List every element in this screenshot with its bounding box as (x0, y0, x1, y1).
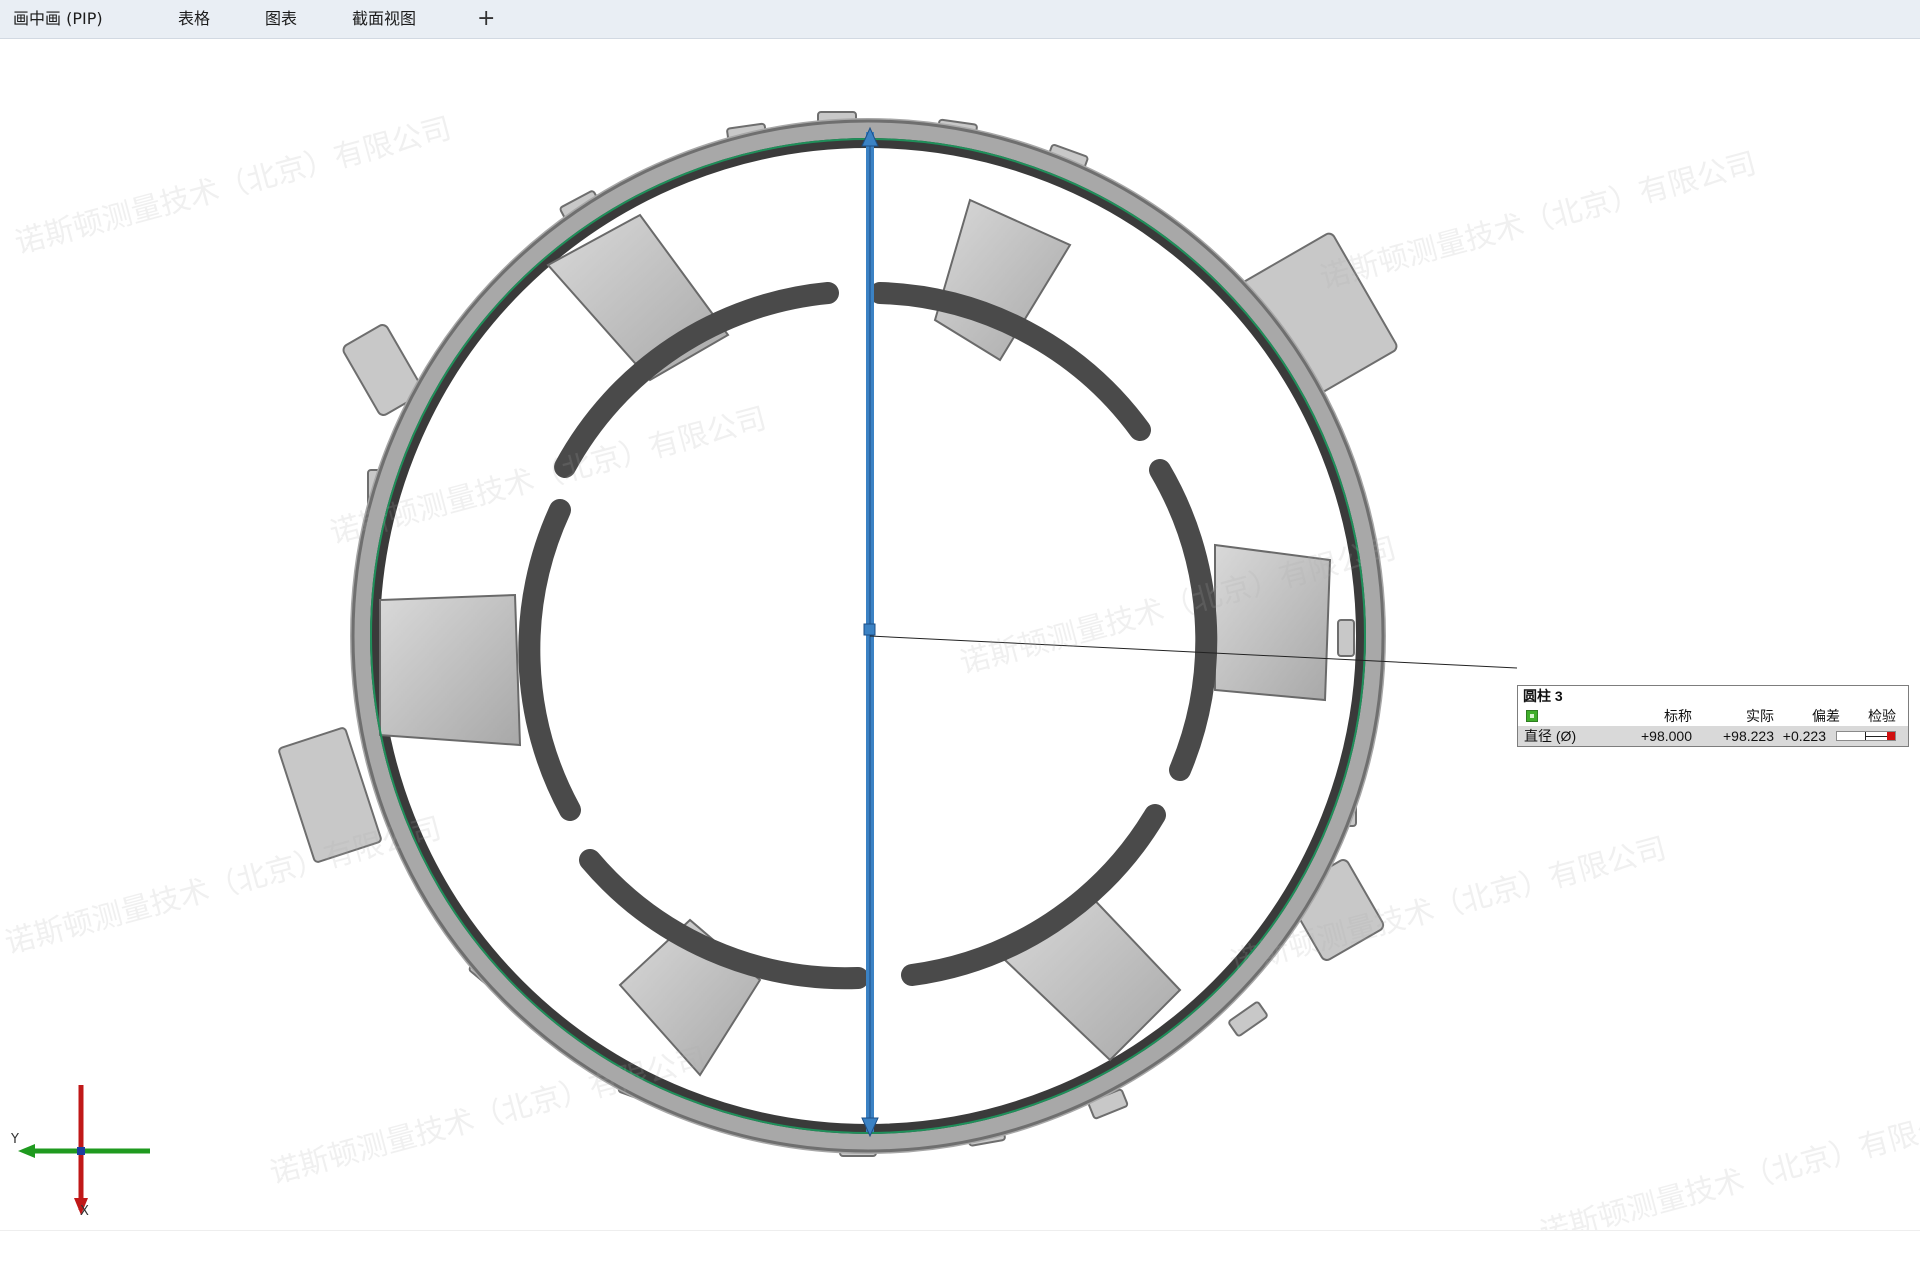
label-value-row: 直径 (Ø) +98.000 +98.223 +0.223 (1518, 726, 1908, 746)
out-of-tolerance-flag-icon (1887, 732, 1895, 740)
nominal-value: +98.000 (1641, 728, 1692, 744)
tab-bar: 画中画 (PIP) 表格 图表 截面视图 + (0, 0, 1920, 39)
row-name: 直径 (Ø) (1524, 728, 1577, 744)
measurement-label[interactable]: 圆柱 3 标称 实际 偏差 检验 直径 (Ø) +98.000 +98.223 … (1517, 685, 1909, 747)
axis-triad (18, 1085, 150, 1215)
header-deviation: 偏差 (1812, 708, 1840, 724)
deviation-value: +0.223 (1782, 728, 1826, 744)
tab-pip[interactable]: 画中画 (PIP) (13, 0, 103, 38)
x-axis-label: X (80, 1204, 89, 1219)
header-check: 检验 (1868, 708, 1896, 724)
label-header-row: 标称 实际 偏差 检验 (1518, 706, 1908, 727)
tab-table[interactable]: 表格 (178, 0, 210, 38)
status-icon (1526, 710, 1538, 722)
leader-line (869, 635, 1518, 669)
tab-section-view[interactable]: 截面视图 (352, 0, 416, 38)
part-view (18, 111, 1518, 1215)
header-actual: 实际 (1746, 708, 1774, 724)
add-tab-button[interactable]: + (477, 0, 495, 38)
tab-chart[interactable]: 图表 (265, 0, 297, 38)
label-title: 圆柱 3 (1518, 686, 1908, 707)
header-nominal: 标称 (1664, 708, 1692, 724)
y-axis-label: Y (11, 1132, 19, 1147)
tolerance-bar (1836, 731, 1896, 741)
actual-value: +98.223 (1723, 728, 1774, 744)
3d-viewport[interactable]: 诺斯顿测量技术（北京）有限公司 诺斯顿测量技术（北京）有限公司 诺斯顿测量技术（… (0, 39, 1920, 1251)
bottom-strip (0, 1230, 1920, 1281)
